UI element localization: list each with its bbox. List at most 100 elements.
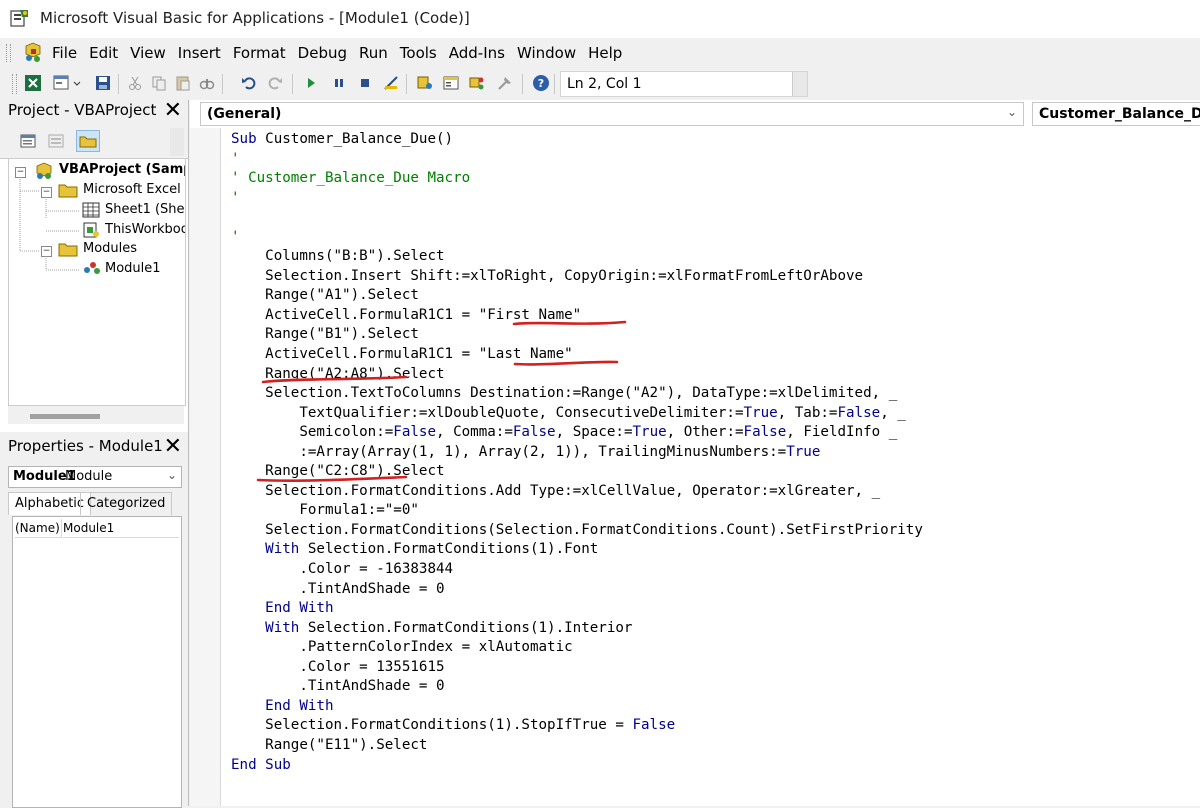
toolbox-icon[interactable] xyxy=(496,74,514,92)
menu-file[interactable]: File xyxy=(52,43,83,63)
find-icon[interactable] xyxy=(198,74,216,92)
object-selector-dropdown[interactable]: Module1 Module ⌄ xyxy=(8,466,182,488)
project-explorer-horizontal-scrollbar[interactable] xyxy=(8,406,184,424)
break-icon[interactable] xyxy=(330,74,348,92)
menu-insert[interactable]: Insert xyxy=(172,43,227,63)
code-line[interactable]: Sub Customer_Balance_Due() xyxy=(231,130,923,150)
tab-categorized[interactable]: Categorized xyxy=(80,492,173,515)
copy-icon[interactable] xyxy=(150,74,168,92)
code-line[interactable]: Selection.FormatConditions(Selection.For… xyxy=(231,521,923,541)
code-comment: ' xyxy=(231,228,240,245)
code-line[interactable]: Selection.Insert Shift:=xlToRight, CopyO… xyxy=(231,267,923,287)
code-line[interactable]: End With xyxy=(231,697,923,717)
code-line[interactable]: Selection.TextToColumns Destination:=Ran… xyxy=(231,384,923,404)
properties-window-icon[interactable] xyxy=(442,74,460,92)
code-line[interactable]: .TintAndShade = 0 xyxy=(231,677,923,697)
close-icon[interactable]: ✕ xyxy=(164,100,182,122)
reset-icon[interactable] xyxy=(356,74,374,92)
code-line[interactable]: Range("B1").Select xyxy=(231,325,923,345)
code-line[interactable]: Range("A1").Select xyxy=(231,286,923,306)
code-line[interactable]: Range("A2:A8").Select xyxy=(231,365,923,385)
code-line[interactable]: Selection.FormatConditions.Add Type:=xlC… xyxy=(231,482,923,502)
code-line[interactable]: With Selection.FormatConditions(1).Inter… xyxy=(231,619,923,639)
design-mode-icon[interactable] xyxy=(382,74,400,92)
code-line[interactable]: ActiveCell.FormulaR1C1 = "Last Name" xyxy=(231,345,923,365)
code-line[interactable]: ' Customer_Balance_Due Macro xyxy=(231,169,923,189)
tab-alphabetic[interactable]: Alphabetic xyxy=(8,492,92,515)
code-text: , Space:= xyxy=(555,424,633,441)
view-code-button[interactable] xyxy=(16,130,40,152)
code-line[interactable]: ' xyxy=(231,150,923,170)
property-name[interactable]: (Name) xyxy=(15,519,62,538)
code-line[interactable]: Selection.FormatConditions(1).StopIfTrue… xyxy=(231,716,923,736)
code-text: .TintAndShade = 0 xyxy=(231,580,445,597)
run-icon[interactable] xyxy=(302,74,320,92)
excel-icon[interactable] xyxy=(24,74,42,92)
code-line[interactable]: Range("C2:C8").Select xyxy=(231,462,923,482)
toolbar-options-dropdown[interactable] xyxy=(792,72,807,96)
help-icon[interactable]: ? xyxy=(532,74,550,92)
code-line[interactable]: End Sub xyxy=(231,756,923,776)
save-icon[interactable] xyxy=(94,74,112,92)
menu-bar-grip[interactable] xyxy=(6,44,11,62)
excel-workbook-icon[interactable] xyxy=(22,42,44,64)
code-keyword: With xyxy=(265,619,300,636)
code-keyword: End With xyxy=(265,697,334,714)
project-explorer-icon[interactable] xyxy=(416,74,434,92)
title-bar: Microsoft Visual Basic for Applications … xyxy=(0,0,1200,39)
code-text: :=Array(Array(1, 1), Array(2, 1)), Trail… xyxy=(231,443,787,460)
undo-icon[interactable] xyxy=(240,74,258,92)
chevron-down-icon[interactable] xyxy=(72,74,82,92)
project-explorer-vertical-scrollbar[interactable] xyxy=(170,128,184,156)
menu-bar: File Edit View Insert Format Debug Run T… xyxy=(0,38,1200,68)
code-line[interactable]: .Color = -16383844 xyxy=(231,560,923,580)
code-line[interactable]: :=Array(Array(1, 1), Array(2, 1)), Trail… xyxy=(231,443,923,463)
code-line[interactable] xyxy=(231,208,923,228)
object-browser-icon[interactable] xyxy=(468,74,486,92)
code-text: ActiveCell.FormulaR1C1 = "Last Name" xyxy=(231,346,573,363)
view-object-button[interactable] xyxy=(44,130,68,152)
code-line[interactable]: End With xyxy=(231,599,923,619)
code-line[interactable]: With Selection.FormatConditions(1).Font xyxy=(231,540,923,560)
code-text: .TintAndShade = 0 xyxy=(231,678,445,695)
menu-window[interactable]: Window xyxy=(511,43,582,63)
menu-help[interactable]: Help xyxy=(582,43,628,63)
cut-icon[interactable] xyxy=(126,74,144,92)
code-line[interactable]: Formula1:="=0" xyxy=(231,501,923,521)
code-line[interactable]: Columns("B:B").Select xyxy=(231,247,923,267)
menu-debug[interactable]: Debug xyxy=(292,43,353,63)
toolbar-grip[interactable] xyxy=(12,74,17,94)
toolbar-separator xyxy=(554,74,555,94)
code-line[interactable]: Range("E11").Select xyxy=(231,736,923,756)
toggle-folders-button[interactable] xyxy=(76,130,100,152)
procedure-dropdown[interactable]: Customer_Balance_Due xyxy=(1032,102,1200,126)
code-line[interactable]: .Color = 13551615 xyxy=(231,658,923,678)
code-line[interactable]: ActiveCell.FormulaR1C1 = "First Name" xyxy=(231,306,923,326)
menu-edit[interactable]: Edit xyxy=(83,43,124,63)
object-dropdown[interactable]: (General) ⌄ xyxy=(200,102,1024,126)
code-line[interactable]: .TintAndShade = 0 xyxy=(231,580,923,600)
insert-userform-icon[interactable] xyxy=(52,74,70,92)
toolbar-separator xyxy=(292,74,293,94)
scrollbar-thumb[interactable] xyxy=(30,414,100,419)
code-margin-indicator-bar[interactable] xyxy=(190,128,221,806)
menu-format[interactable]: Format xyxy=(227,43,292,63)
redo-icon[interactable] xyxy=(266,74,284,92)
menu-tools[interactable]: Tools xyxy=(394,43,443,63)
code-line[interactable]: TextQualifier:=xlDoubleQuote, Consecutiv… xyxy=(231,404,923,424)
code-line[interactable]: ' xyxy=(231,228,923,248)
code-editor[interactable]: Sub Customer_Balance_Due() ' ' Customer_Ba… xyxy=(231,130,923,775)
code-text: Selection.FormatConditions(1).Interior xyxy=(299,619,633,636)
menu-run[interactable]: Run xyxy=(353,43,394,63)
code-line[interactable]: .PatternColorIndex = xlAutomatic xyxy=(231,638,923,658)
code-keyword: End Sub xyxy=(231,756,291,773)
paste-icon[interactable] xyxy=(174,74,192,92)
menu-view[interactable]: View xyxy=(124,43,172,63)
close-icon[interactable]: ✕ xyxy=(164,436,182,458)
property-value[interactable]: Module1 xyxy=(63,519,179,538)
code-line[interactable]: Semicolon:=False, Comma:=False, Space:=T… xyxy=(231,423,923,443)
code-line[interactable]: ' xyxy=(231,189,923,209)
menu-add-ins[interactable]: Add-Ins xyxy=(443,43,511,63)
